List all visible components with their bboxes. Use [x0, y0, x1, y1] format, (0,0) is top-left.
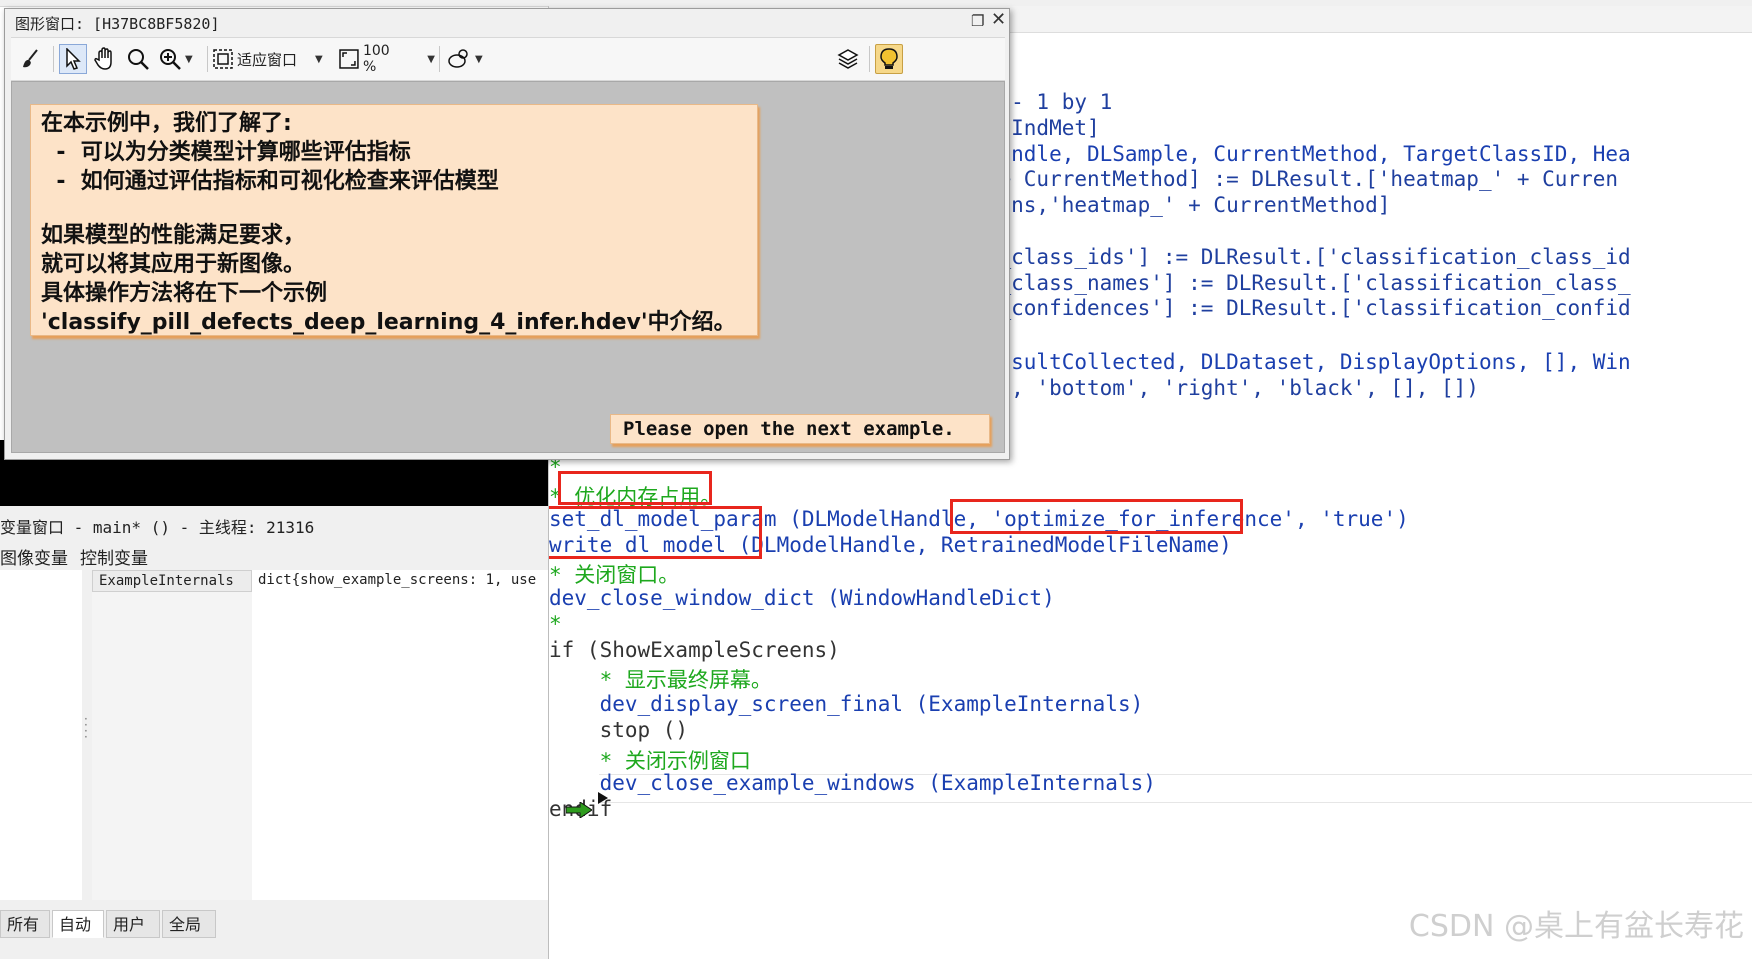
- variable-window-title: 变量窗口 - main* () - 主线程: 21316: [0, 518, 315, 537]
- close-icon[interactable]: ✕: [991, 11, 1007, 29]
- lightbulb-icon[interactable]: [875, 44, 903, 74]
- fit-window-label: 适应窗口: [237, 50, 298, 69]
- chevron-down-icon: ▼: [315, 53, 323, 65]
- message-line: 就可以将其应用于新图像。: [41, 252, 306, 277]
- variable-tabs: 所有 自动 用户 全局: [0, 910, 300, 940]
- variable-name-column: [92, 592, 252, 900]
- annotation-box-parameter: [950, 499, 1243, 534]
- message-line: 在本示例中，我们了解了:: [41, 111, 292, 136]
- graphics-window[interactable]: 图形窗口: [H37BC8BF5820] ❐ ✕ ▼ 适应窗口 ▼ 100 %: [4, 8, 1010, 460]
- tab-global[interactable]: 全局: [162, 910, 216, 938]
- graphics-window-title: 图形窗口: [H37BC8BF5820]: [15, 15, 220, 33]
- variable-value-cell[interactable]: dict{show_example_screens: 1, use: [258, 572, 548, 588]
- pointer-tool-icon[interactable]: [59, 44, 87, 74]
- control-variables-header[interactable]: 控制变量: [80, 544, 148, 569]
- program-counter-arrow-icon: [566, 802, 592, 818]
- code-fragment: tmap_' + CurrentMethod] := DLResult.['he…: [910, 167, 1619, 192]
- variable-window: 变量窗口 - main* () - 主线程: 21316 图像变量 控制变量 ·…: [0, 506, 549, 959]
- control-variables-table[interactable]: ExampleInternals dict{show_example_scree…: [92, 570, 548, 900]
- draw-style-dropdown[interactable]: ▼: [447, 44, 491, 74]
- splitter-grip-icon[interactable]: · · · ·: [84, 713, 88, 743]
- zoom-level-icon: [339, 49, 359, 69]
- code-line[interactable]: if (ShowExampleScreens): [549, 638, 840, 662]
- code-line[interactable]: stop (): [549, 718, 689, 742]
- message-line: [41, 196, 747, 221]
- layers-icon[interactable]: [837, 44, 865, 74]
- code-line[interactable]: * 显示最终屏幕。: [549, 664, 772, 694]
- variable-name-cell[interactable]: ExampleInternals: [92, 570, 252, 592]
- code-fragment: ication_class_ids'] := DLResult.['classi…: [910, 244, 1631, 269]
- graphics-canvas[interactable]: 在本示例中，我们了解了: - 可以为分类模型计算哪些评估指标 - 如何通过评估指…: [11, 81, 1005, 453]
- graphics-toolbar: ▼ 适应窗口 ▼ 100 % ▼ ▼: [11, 37, 1005, 81]
- magnifier-icon[interactable]: [127, 44, 155, 74]
- watermark: CSDN @桌上有盆长寿花: [1408, 909, 1744, 944]
- code-line[interactable]: *: [549, 612, 562, 636]
- pan-hand-icon[interactable]: [93, 44, 121, 74]
- message-line: 'classify_pill_defects_deep_learning_4_i…: [41, 310, 736, 335]
- zoom-level-dropdown[interactable]: 100 % ▼: [339, 43, 435, 75]
- message-line: 具体操作方法将在下一个示例: [41, 281, 328, 306]
- draw-shapes-icon: [448, 49, 468, 68]
- clear-brush-icon[interactable]: [19, 44, 47, 74]
- zoom-level-value: 100 %: [362, 43, 390, 75]
- message-line: - 可以为分类模型计算哪些评估指标: [41, 140, 411, 165]
- code-fragment: ication_confidences'] := DLResult.['clas…: [910, 296, 1631, 321]
- tab-user[interactable]: 用户: [106, 910, 160, 938]
- iconic-variables-header[interactable]: 图像变量: [0, 544, 68, 569]
- fit-window-dropdown[interactable]: 适应窗口 ▼: [213, 44, 331, 74]
- breakpoint-marker-icon: [598, 792, 608, 804]
- next-example-message: Please open the next example.: [610, 414, 990, 444]
- chevron-down-icon: ▼: [475, 53, 483, 65]
- zoom-in-icon: [160, 49, 181, 70]
- chevron-down-icon: ▼: [427, 53, 435, 65]
- zoom-in-dropdown[interactable]: ▼: [159, 44, 203, 74]
- restore-window-icon[interactable]: ❐: [971, 14, 985, 29]
- tab-auto[interactable]: 自动: [52, 910, 104, 938]
- code-line[interactable]: dev_close_example_windows (ExampleIntern…: [549, 771, 1156, 795]
- message-line: 如果模型的性能满足要求，: [41, 223, 306, 248]
- code-line[interactable]: * 关闭窗口。: [549, 559, 679, 589]
- message-box: 在本示例中，我们了解了: - 可以为分类模型计算哪些评估指标 - 如何通过评估指…: [30, 104, 758, 336]
- annotation-box-functions: [538, 506, 762, 559]
- tab-all[interactable]: 所有: [0, 910, 50, 938]
- fit-window-icon: [213, 49, 233, 69]
- code-fragment: le, DLResultCollected, DLDataset, Displa…: [910, 350, 1631, 374]
- code-fragment: LModelHandle, DLSample, CurrentMethod, T…: [910, 141, 1631, 166]
- chevron-down-icon: ▼: [185, 53, 193, 65]
- code-line[interactable]: dev_close_window_dict (WindowHandleDict): [549, 586, 1055, 610]
- iconic-variables-pane[interactable]: [0, 570, 83, 900]
- code-fragment: ication_class_names'] := DLResult.['clas…: [910, 270, 1631, 295]
- code-line[interactable]: dev_display_screen_final (ExampleInterna…: [549, 692, 1144, 716]
- annotation-box-comment: [558, 471, 712, 505]
- message-line: - 如何通过评估指标和可视化检查来评估模型: [41, 169, 499, 194]
